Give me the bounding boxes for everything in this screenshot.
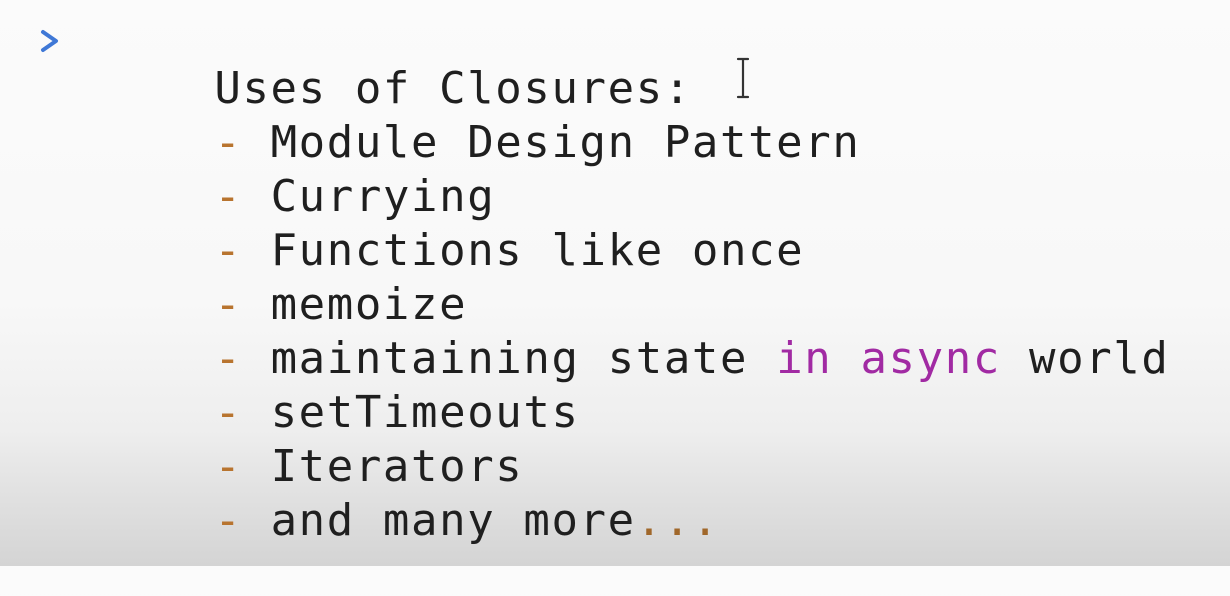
list-item: - memoize — [102, 230, 467, 330]
text-cursor-icon — [736, 57, 750, 99]
keyword-in: in — [776, 333, 833, 384]
keyword-space — [832, 333, 860, 384]
list-item: - Iterators — [102, 392, 523, 492]
ellipsis: ... — [635, 495, 721, 546]
list-dash: - — [214, 495, 271, 546]
console-heading: Uses of Closures: — [102, 14, 692, 114]
list-item: - setTimeouts — [102, 338, 580, 438]
list-item: - Functions like once — [102, 176, 804, 276]
chevron-right-icon — [41, 30, 58, 52]
keyword-async: async — [860, 333, 1001, 384]
list-item: - Currying — [102, 122, 495, 222]
list-item: - maintaining state in async world — [102, 284, 1169, 384]
list-item: - and many more... — [102, 446, 720, 546]
list-item-text: and many more — [270, 495, 636, 546]
console-output: Uses of Closures: - Module Design Patter… — [0, 0, 1230, 566]
list-item-text-end: world — [1000, 333, 1170, 384]
